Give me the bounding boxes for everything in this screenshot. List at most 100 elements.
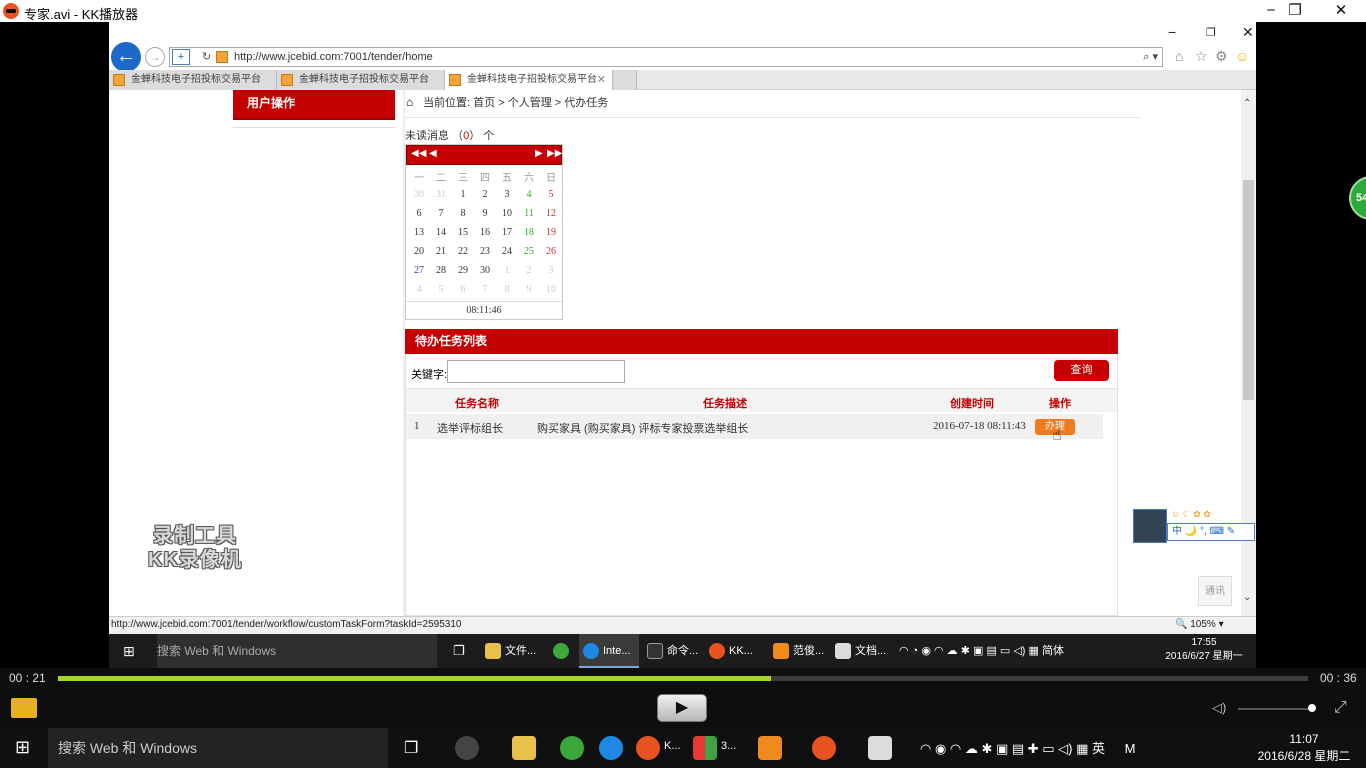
calendar-day[interactable]: 6 [452, 284, 474, 295]
calendar-day[interactable]: 28 [430, 265, 452, 276]
kk-recorder-icon[interactable] [812, 736, 836, 760]
keyword-input[interactable] [447, 360, 625, 383]
prev-month-icon[interactable]: ◀ [429, 148, 437, 159]
ie-icon[interactable] [599, 736, 623, 760]
calendar-day[interactable]: 30 [408, 189, 430, 200]
calendar-day[interactable]: 7 [430, 208, 452, 219]
fullscreen-icon[interactable]: ⤢ [1334, 699, 1347, 717]
calendar-day[interactable]: 8 [452, 208, 474, 219]
calendar-day[interactable]: 25 [518, 246, 540, 257]
calendar-day[interactable]: 26 [540, 246, 562, 257]
progress-bar[interactable] [58, 676, 1308, 681]
unread-messages[interactable]: 未读消息 （0） 个 [405, 127, 494, 143]
app-grid-icon[interactable] [693, 736, 717, 760]
calendar-day[interactable]: 19 [540, 227, 562, 238]
calendar-day[interactable]: 20 [408, 246, 430, 257]
calendar-day[interactable]: 1 [496, 265, 518, 276]
query-button[interactable]: 查询 [1054, 360, 1109, 381]
calendar-day[interactable]: 4 [518, 189, 540, 200]
ime-widget[interactable]: ☺ ☾ ✿ ✿ 中 🌙 °, ⌨ ✎ [1133, 509, 1255, 543]
kk-icon[interactable] [636, 736, 660, 760]
calendar-day[interactable]: 13 [408, 227, 430, 238]
calendar-day[interactable]: 1 [452, 189, 474, 200]
home-icon[interactable]: ⌂ [1175, 48, 1183, 64]
calendar-day[interactable]: 8 [496, 284, 518, 295]
calendar-day[interactable]: 21 [430, 246, 452, 257]
close-button[interactable]: ✕ [1318, 0, 1364, 22]
browser-minimize-icon[interactable]: − [1168, 24, 1176, 40]
calendar-day[interactable]: 3 [496, 189, 518, 200]
word-doc-icon[interactable] [868, 736, 892, 760]
calendar-day[interactable]: 5 [430, 284, 452, 295]
calendar-day[interactable]: 2 [474, 189, 496, 200]
calendar-day[interactable]: 15 [452, 227, 474, 238]
ime-avatar[interactable] [1133, 509, 1167, 543]
calendar-day[interactable]: 24 [496, 246, 518, 257]
pinwheel-icon[interactable] [455, 736, 479, 760]
new-tab-button[interactable] [613, 70, 637, 90]
calendar-day[interactable]: 29 [452, 265, 474, 276]
forward-icon[interactable]: → [145, 47, 165, 67]
host-lang[interactable]: 英 [1092, 741, 1105, 756]
open-folder-icon[interactable] [11, 698, 37, 718]
scroll-down-icon[interactable]: ⌄ [1243, 592, 1251, 603]
search-icon[interactable]: ⌕ ▾ [1143, 50, 1158, 64]
browser-tab[interactable]: 金蝉科技电子招投标交易平台 [277, 70, 445, 90]
ime-mode-icon[interactable]: M [1125, 741, 1136, 756]
host-app-label[interactable]: K... [664, 740, 681, 752]
settings-gear-icon[interactable]: ⚙ [1215, 48, 1228, 65]
play-button[interactable]: ▶ [657, 694, 707, 722]
ime-skin-icons[interactable]: ☺ ☾ ✿ ✿ [1171, 509, 1211, 520]
prev-year-icon[interactable]: ◀◀ [411, 148, 426, 159]
refresh-icon[interactable]: ↻ [202, 50, 211, 63]
calendar-day[interactable]: 30 [474, 265, 496, 276]
next-year-icon[interactable]: ▶▶ [547, 148, 562, 159]
calendar-day[interactable]: 4 [408, 284, 430, 295]
volume-icon[interactable]: ◁) [1212, 700, 1226, 716]
volume-knob[interactable] [1308, 704, 1316, 712]
browser-close-icon[interactable]: ✕ [1242, 24, 1254, 41]
calendar-day[interactable]: 16 [474, 227, 496, 238]
calendar-day[interactable]: 9 [518, 284, 540, 295]
calendar-day[interactable]: 31 [430, 189, 452, 200]
next-month-icon[interactable]: ▶ [535, 148, 543, 159]
scrollbar-thumb[interactable] [1243, 180, 1254, 400]
calendar-day[interactable]: 3 [540, 265, 562, 276]
calendar-day[interactable]: 7 [474, 284, 496, 295]
calendar-day[interactable]: 27 [408, 265, 430, 276]
volume-slider[interactable] [1238, 708, 1312, 710]
back-icon[interactable]: ← [111, 42, 141, 72]
scroll-up-icon[interactable]: ⌃ [1243, 98, 1251, 109]
maximize-button[interactable]: ❐ [1272, 0, 1318, 22]
home-icon[interactable]: ⌂ [406, 95, 420, 109]
calendar-day[interactable]: 12 [540, 208, 562, 219]
tab-close-icon[interactable]: ✕ [597, 70, 606, 90]
tray-icons[interactable]: ◠ ◉ ◠ ☁ ✱ ▣ ▤ ✚ ▭ ◁) ▦ [920, 741, 1092, 756]
breadcrumb-text[interactable]: 当前位置: 首页 > 个人管理 > 代办任务 [423, 97, 608, 109]
task-view-icon[interactable]: ❐ [404, 738, 418, 758]
browser-360-icon[interactable] [560, 736, 584, 760]
compat-icon[interactable]: + [172, 49, 190, 65]
favorites-star-icon[interactable]: ☆ [1195, 48, 1208, 65]
calendar-day[interactable]: 10 [496, 208, 518, 219]
calendar-day[interactable]: 6 [408, 208, 430, 219]
doc-app-icon[interactable] [758, 736, 782, 760]
address-bar[interactable]: + ↻ http://www.jcebid.com:7001/tender/ho… [169, 47, 1163, 67]
host-app-label[interactable]: 3... [721, 740, 736, 752]
calendar-day[interactable]: 5 [540, 189, 562, 200]
calendar-day[interactable]: 17 [496, 227, 518, 238]
address-url[interactable]: http://www.jcebid.com:7001/tender/home [234, 51, 433, 63]
calendar-day[interactable]: 11 [518, 208, 540, 219]
zoom-level[interactable]: 🔍 105% ▾ [1175, 619, 1224, 630]
calendar-day[interactable]: 2 [518, 265, 540, 276]
host-search-box[interactable]: 搜索 Web 和 Windows [48, 728, 388, 768]
folder-icon[interactable] [512, 736, 536, 760]
ime-toolbar[interactable]: 中 🌙 °, ⌨ ✎ [1167, 523, 1255, 541]
calendar-day[interactable]: 18 [518, 227, 540, 238]
calendar-day[interactable]: 10 [540, 284, 562, 295]
smiley-feedback-icon[interactable]: ☺ [1235, 48, 1249, 64]
calendar-day[interactable]: 23 [474, 246, 496, 257]
browser-tab-active[interactable]: 金蝉科技电子招投标交易平台 ✕ [445, 70, 613, 90]
calendar-day[interactable]: 9 [474, 208, 496, 219]
calendar-day[interactable]: 22 [452, 246, 474, 257]
